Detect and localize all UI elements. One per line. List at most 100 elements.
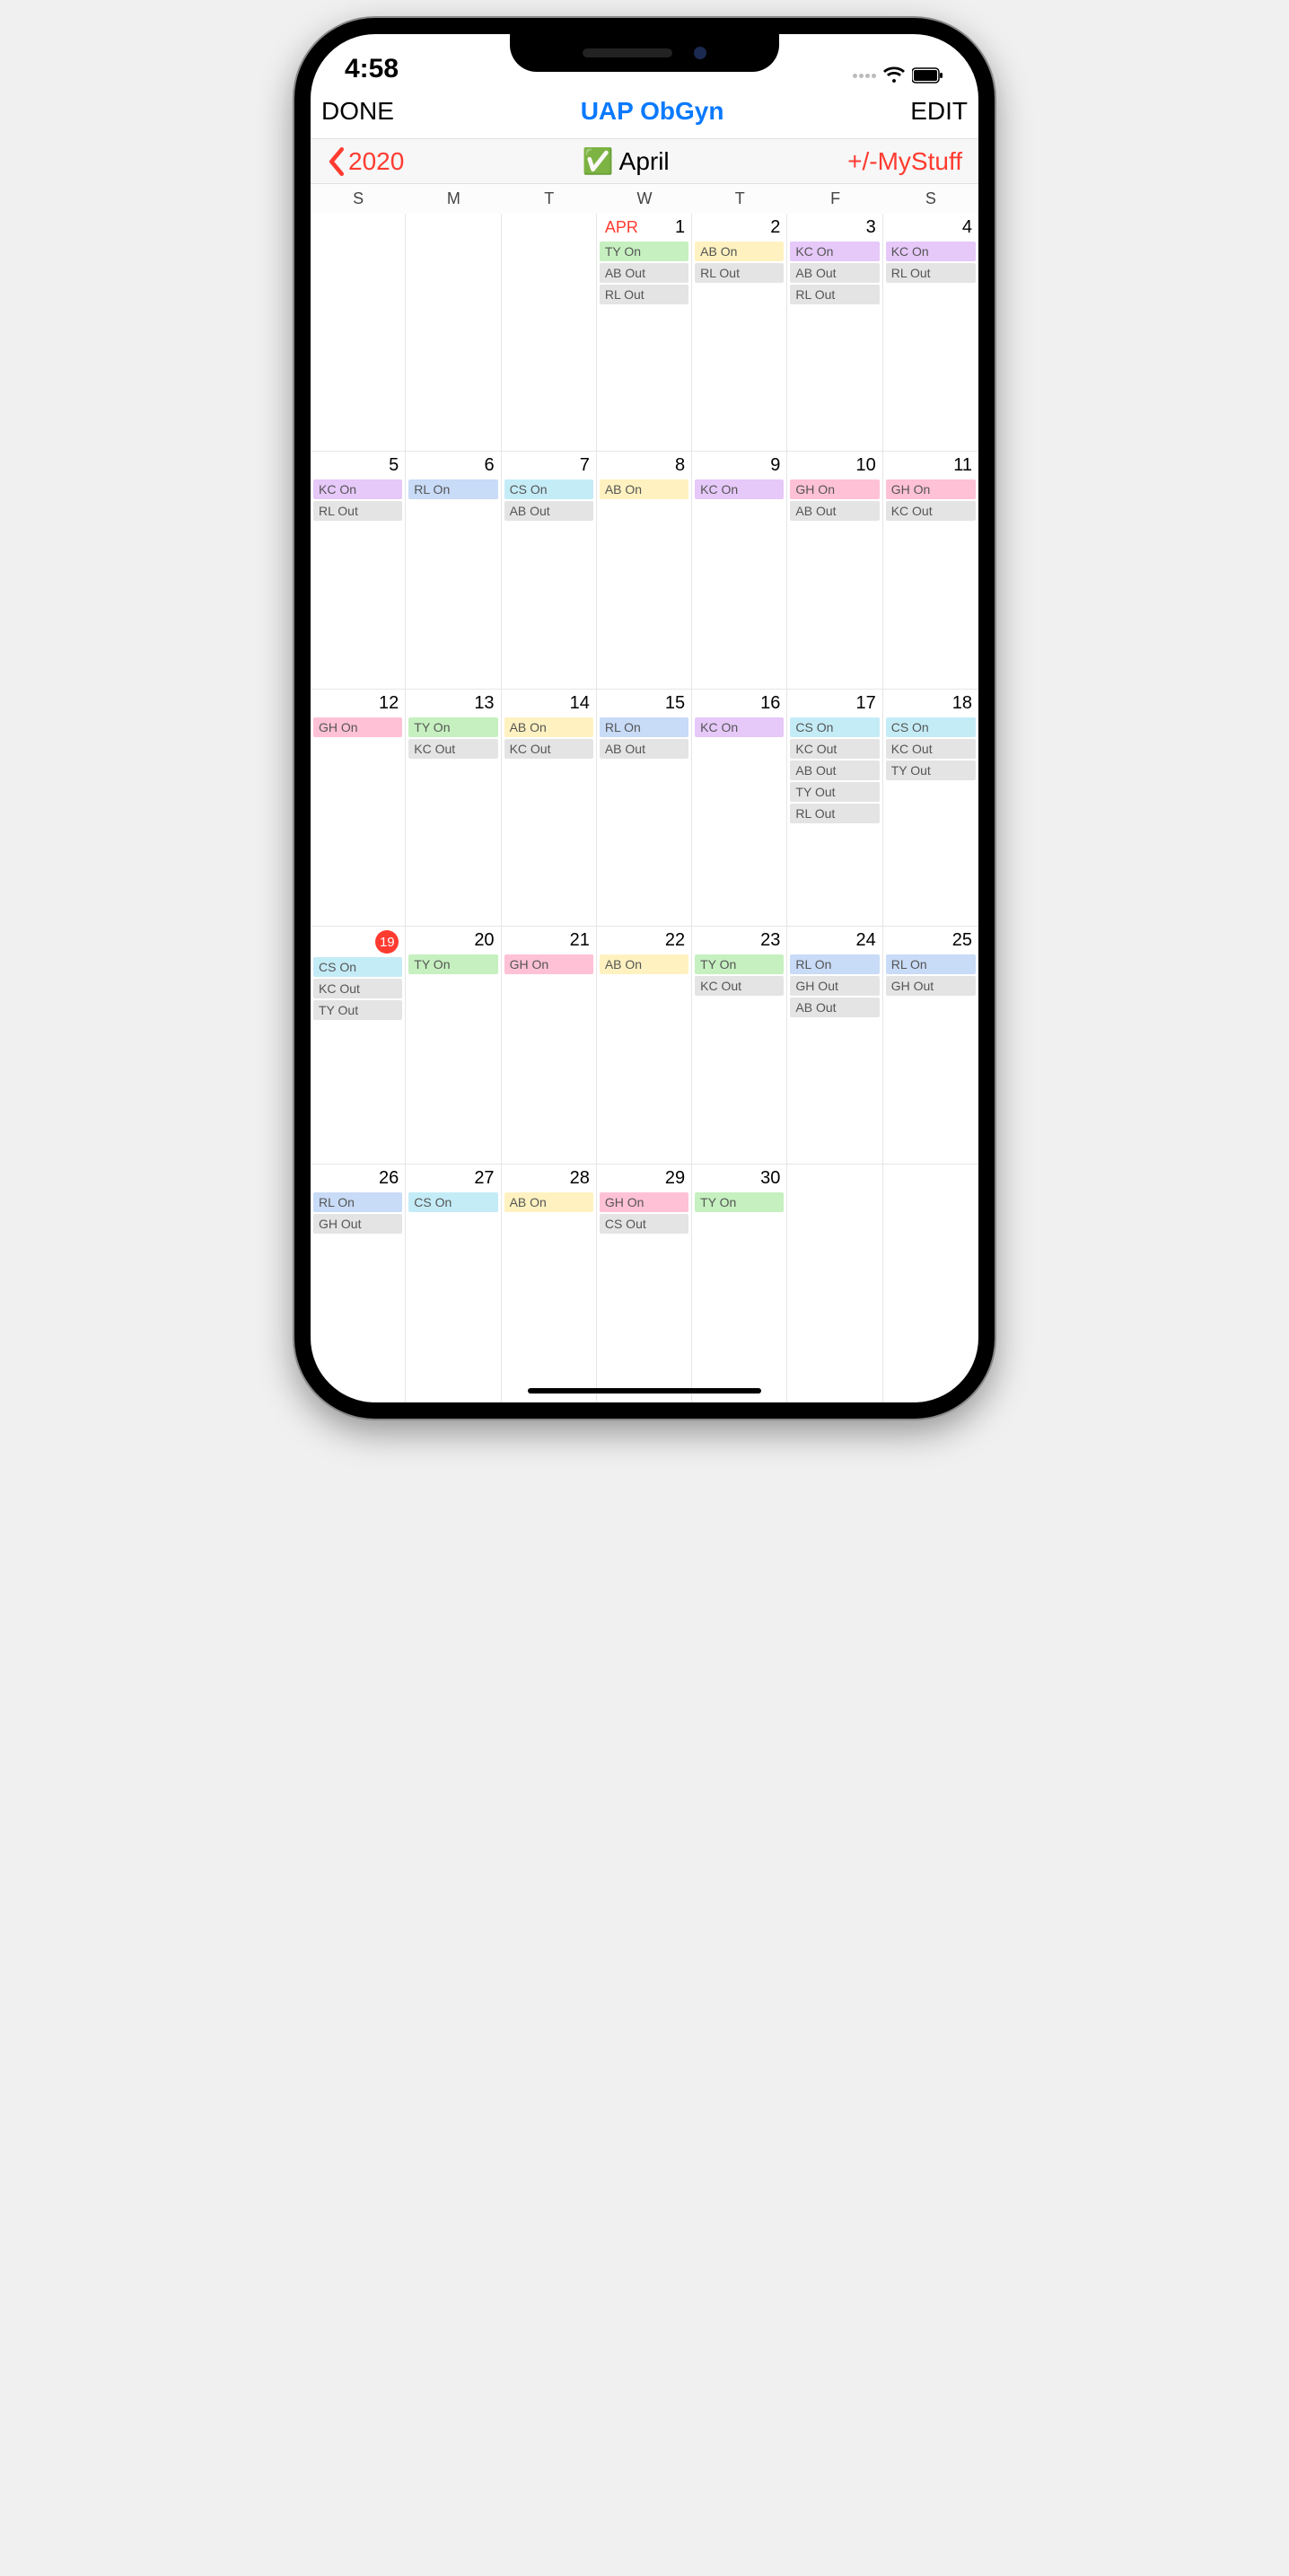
event[interactable]: KC On bbox=[695, 479, 784, 499]
day-cell[interactable]: 7CS OnAB Out bbox=[502, 452, 597, 690]
event[interactable]: GH On bbox=[313, 717, 402, 737]
event[interactable]: GH On bbox=[600, 1192, 688, 1212]
event[interactable]: TY Out bbox=[313, 1000, 402, 1020]
day-cell bbox=[311, 214, 406, 452]
event[interactable]: KC Out bbox=[408, 739, 497, 759]
event[interactable]: RL On bbox=[600, 717, 688, 737]
day-cell[interactable]: 9KC On bbox=[692, 452, 787, 690]
day-cell[interactable]: 29GH OnCS Out bbox=[597, 1165, 692, 1402]
day-cell[interactable]: 11GH OnKC Out bbox=[883, 452, 978, 690]
event[interactable]: KC On bbox=[886, 242, 976, 261]
event[interactable]: AB On bbox=[695, 242, 784, 261]
date-number: APR1 bbox=[600, 217, 688, 240]
event[interactable]: GH Out bbox=[313, 1214, 402, 1234]
done-button[interactable]: DONE bbox=[321, 97, 394, 126]
day-cell[interactable]: 20TY On bbox=[406, 927, 501, 1165]
day-cell[interactable]: 24RL OnGH OutAB Out bbox=[787, 927, 882, 1165]
event[interactable]: AB Out bbox=[600, 263, 688, 283]
day-cell[interactable]: 26RL OnGH Out bbox=[311, 1165, 406, 1402]
day-cell[interactable]: 10GH OnAB Out bbox=[787, 452, 882, 690]
event[interactable]: AB On bbox=[504, 717, 593, 737]
event[interactable]: AB On bbox=[504, 1192, 593, 1212]
day-cell[interactable]: 15RL OnAB Out bbox=[597, 690, 692, 928]
day-cell[interactable]: 3KC OnAB OutRL Out bbox=[787, 214, 882, 452]
day-cell[interactable]: 4KC OnRL Out bbox=[883, 214, 978, 452]
day-cell[interactable]: 13TY OnKC Out bbox=[406, 690, 501, 928]
event[interactable]: CS On bbox=[504, 479, 593, 499]
event[interactable]: GH Out bbox=[790, 976, 879, 996]
event[interactable]: RL On bbox=[408, 479, 497, 499]
back-year-button[interactable]: 2020 bbox=[327, 147, 404, 176]
event[interactable]: AB Out bbox=[790, 501, 879, 521]
event[interactable]: TY On bbox=[408, 717, 497, 737]
event[interactable]: KC Out bbox=[313, 979, 402, 998]
event[interactable]: RL Out bbox=[313, 501, 402, 521]
day-cell[interactable]: 12GH On bbox=[311, 690, 406, 928]
event[interactable]: GH On bbox=[504, 954, 593, 974]
event[interactable]: KC Out bbox=[695, 976, 784, 996]
mystuff-toggle[interactable]: +/-MyStuff bbox=[847, 147, 962, 176]
event[interactable]: RL On bbox=[886, 954, 976, 974]
event[interactable]: TY On bbox=[408, 954, 497, 974]
event[interactable]: CS On bbox=[408, 1192, 497, 1212]
day-cell[interactable]: 19 CS On KC Out TY Out bbox=[311, 927, 406, 1165]
event[interactable]: RL On bbox=[313, 1192, 402, 1212]
date-number: 13 bbox=[408, 693, 497, 716]
event[interactable]: AB Out bbox=[504, 501, 593, 521]
event[interactable]: CS On bbox=[790, 717, 879, 737]
home-indicator[interactable] bbox=[528, 1388, 761, 1394]
event[interactable]: RL Out bbox=[600, 285, 688, 304]
day-cell[interactable]: 28AB On bbox=[502, 1165, 597, 1402]
day-cell[interactable]: 30TY On bbox=[692, 1165, 787, 1402]
day-cell[interactable]: 27CS On bbox=[406, 1165, 501, 1402]
event[interactable]: AB On bbox=[600, 954, 688, 974]
event[interactable]: KC Out bbox=[504, 739, 593, 759]
event[interactable]: AB Out bbox=[790, 998, 879, 1017]
event[interactable]: TY On bbox=[600, 242, 688, 261]
event[interactable]: CS Out bbox=[600, 1214, 688, 1234]
event[interactable]: RL On bbox=[790, 954, 879, 974]
day-cell[interactable]: 16KC On bbox=[692, 690, 787, 928]
event[interactable]: AB Out bbox=[790, 760, 879, 780]
day-cell[interactable]: 17CS OnKC OutAB OutTY OutRL Out bbox=[787, 690, 882, 928]
month-title[interactable]: ✅ April bbox=[404, 146, 847, 176]
event[interactable]: AB Out bbox=[790, 263, 879, 283]
event[interactable]: GH Out bbox=[886, 976, 976, 996]
day-cell[interactable]: 5KC OnRL Out bbox=[311, 452, 406, 690]
day-cell[interactable]: 23TY OnKC Out bbox=[692, 927, 787, 1165]
event[interactable]: RL Out bbox=[790, 804, 879, 823]
event[interactable]: TY Out bbox=[886, 760, 976, 780]
day-cell[interactable]: 6RL On bbox=[406, 452, 501, 690]
today-badge: 19 bbox=[375, 930, 399, 954]
day-cell[interactable]: 18CS OnKC OutTY Out bbox=[883, 690, 978, 928]
day-cell[interactable]: 14AB OnKC Out bbox=[502, 690, 597, 928]
event[interactable]: TY Out bbox=[790, 782, 879, 802]
event[interactable]: KC Out bbox=[886, 739, 976, 759]
event[interactable]: RL Out bbox=[790, 285, 879, 304]
event[interactable]: TY On bbox=[695, 1192, 784, 1212]
day-cell[interactable]: 22AB On bbox=[597, 927, 692, 1165]
event[interactable]: KC Out bbox=[790, 739, 879, 759]
event[interactable]: RL Out bbox=[886, 263, 976, 283]
day-cell[interactable]: 25RL OnGH Out bbox=[883, 927, 978, 1165]
event[interactable]: GH On bbox=[886, 479, 976, 499]
event[interactable]: TY On bbox=[695, 954, 784, 974]
event[interactable]: CS On bbox=[886, 717, 976, 737]
event[interactable]: AB On bbox=[600, 479, 688, 499]
notch bbox=[510, 34, 779, 72]
event[interactable]: CS On bbox=[313, 957, 402, 977]
day-cell[interactable]: 8AB On bbox=[597, 452, 692, 690]
day-cell[interactable]: 2AB OnRL Out bbox=[692, 214, 787, 452]
event[interactable]: KC Out bbox=[886, 501, 976, 521]
event[interactable]: RL Out bbox=[695, 263, 784, 283]
camera bbox=[694, 47, 706, 59]
edit-button[interactable]: EDIT bbox=[910, 97, 968, 126]
event[interactable]: KC On bbox=[313, 479, 402, 499]
date-number: 26 bbox=[313, 1168, 402, 1191]
day-cell[interactable]: 21GH On bbox=[502, 927, 597, 1165]
event[interactable]: GH On bbox=[790, 479, 879, 499]
event[interactable]: AB Out bbox=[600, 739, 688, 759]
event[interactable]: KC On bbox=[790, 242, 879, 261]
event[interactable]: KC On bbox=[695, 717, 784, 737]
day-cell[interactable]: APR1 TY On AB Out RL Out bbox=[597, 214, 692, 452]
